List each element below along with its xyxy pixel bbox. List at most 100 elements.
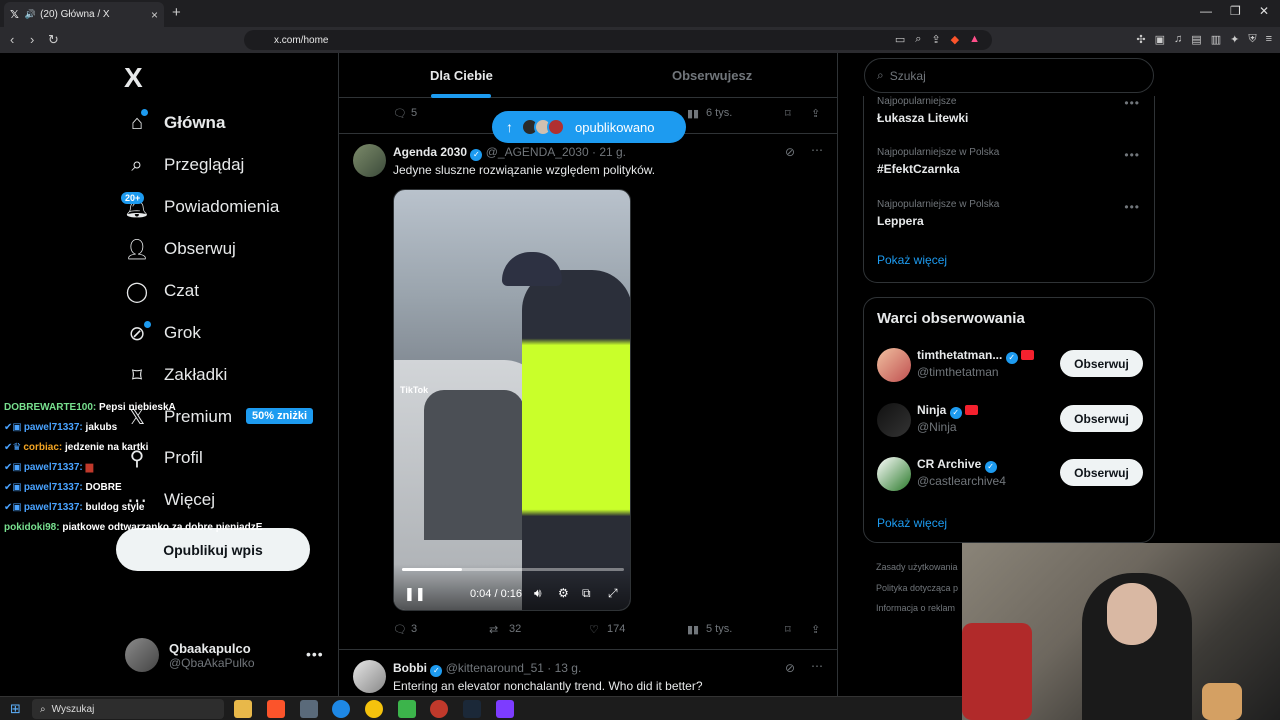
reply-icon[interactable]: 🗨︎ (393, 107, 407, 120)
post-handle[interactable]: @kittenaround_51 (446, 661, 544, 675)
more-icon[interactable]: ⋯ (811, 659, 823, 673)
brave-icon[interactable] (267, 700, 285, 718)
suggested-account[interactable]: Ninja ✓ @Ninja Obserwuj (877, 401, 1143, 441)
taskbar-search[interactable]: ⌕ Wyszukaj (32, 699, 224, 719)
bookmark-icon[interactable]: ⌑ (785, 623, 791, 636)
nav-bookmarks[interactable]: ⌑ Zakładki (124, 360, 227, 390)
fullscreen-icon[interactable]: ⤢ (608, 586, 618, 601)
brave-rewards-icon[interactable]: ▲ (969, 33, 980, 46)
speaker-icon[interactable]: 🔊 (25, 9, 36, 20)
who-to-follow-panel: Warci obserwowania timthetatman... ✓ @ti… (863, 297, 1155, 543)
suggested-account[interactable]: timthetatman... ✓ @timthetatman Obserwuj (877, 346, 1143, 386)
share-icon[interactable]: ⇪ (811, 107, 820, 120)
footer-link[interactable]: Zasady użytkowania (876, 562, 958, 572)
post-time[interactable]: · 13 g. (547, 661, 581, 675)
share-icon[interactable]: ⇪ (811, 623, 820, 636)
taskbar-app-icon[interactable] (300, 700, 318, 718)
close-window-icon[interactable]: ✕ (1259, 4, 1269, 18)
steam-icon[interactable] (463, 700, 481, 718)
avatar[interactable] (353, 660, 386, 693)
tab-search-icon[interactable]: ▣ (1155, 33, 1165, 46)
menu-icon[interactable]: ≡ (1266, 33, 1272, 46)
minimize-icon[interactable]: — (1200, 4, 1212, 18)
repost-icon[interactable]: ⇄ (489, 623, 498, 636)
account-more-icon[interactable]: ••• (306, 646, 324, 662)
grok-icon[interactable]: ⊘ (785, 661, 795, 675)
media-player-icon[interactable] (398, 700, 416, 718)
taskbar-app-icon[interactable] (496, 700, 514, 718)
nav-notifications[interactable]: 🔔︎ Powiadomienia (124, 192, 279, 222)
leo-icon[interactable]: ✦ (1230, 33, 1239, 46)
restore-icon[interactable]: ❐ (1230, 4, 1241, 18)
reply-icon[interactable]: 🗨︎ (393, 623, 407, 636)
share-icon[interactable]: ⇪ (931, 33, 940, 46)
tab-following[interactable]: Obserwujesz (672, 68, 752, 83)
trend-more-icon[interactable]: ••• (1124, 200, 1140, 214)
brave-shield-icon[interactable]: ◆ (951, 33, 959, 46)
nav-chat[interactable]: ◯ Czat (124, 276, 199, 306)
taskbar-search-label: Wyszukaj (51, 703, 95, 715)
nav-explore[interactable]: ⌕ Przeglądaj (124, 150, 244, 180)
obs-icon[interactable] (430, 700, 448, 718)
picture-in-picture-icon[interactable]: ⧉ (582, 586, 591, 601)
like-icon[interactable]: ♡ (589, 623, 599, 636)
trend-item[interactable]: Najpopularniejsze Łukasza Litewki (877, 96, 968, 125)
search-input[interactable]: ⌕ Szukaj (864, 58, 1154, 93)
avatar (877, 457, 911, 491)
x-logo[interactable]: X (124, 62, 143, 94)
edge-icon[interactable] (332, 700, 350, 718)
nav-follow[interactable]: 👤︎ Obserwuj (124, 234, 236, 264)
zoom-icon[interactable]: ⌕ (915, 33, 921, 46)
avatar[interactable] (353, 144, 386, 177)
footer-link[interactable]: Informacja o reklam (876, 603, 955, 613)
cast-icon[interactable]: ▭ (895, 33, 905, 46)
post-author[interactable]: Bobbi (393, 661, 427, 675)
forward-icon[interactable]: › (30, 32, 34, 47)
pause-icon[interactable]: ❚❚ (404, 586, 426, 602)
follow-button[interactable]: Obserwuj (1060, 405, 1143, 432)
file-explorer-icon[interactable] (234, 700, 252, 718)
footer-link[interactable]: Polityka dotycząca p (876, 583, 958, 593)
back-icon[interactable]: ‹ (10, 32, 14, 47)
sidebar-icon[interactable]: ▤ (1191, 33, 1201, 46)
who-show-more-link[interactable]: Pokaż więcej (877, 516, 947, 530)
trends-show-more-link[interactable]: Pokaż więcej (877, 253, 947, 267)
vpn-icon[interactable]: ⛨ (1248, 33, 1256, 46)
new-tab-icon[interactable]: + (172, 4, 181, 21)
video-progress-bar[interactable] (402, 568, 624, 571)
extensions-icon[interactable]: ✣ (1136, 33, 1145, 46)
windows-start-icon[interactable]: ⊞ (10, 701, 21, 717)
suggested-account[interactable]: CR Archive ✓ @castlearchive4 Obserwuj (877, 455, 1143, 495)
trend-more-icon[interactable]: ••• (1124, 148, 1140, 162)
grok-icon[interactable]: ⊘ (785, 145, 795, 159)
trend-more-icon[interactable]: ••• (1124, 96, 1140, 110)
views-icon[interactable]: ▮▮ (687, 623, 699, 636)
settings-icon[interactable]: ⚙ (558, 586, 569, 600)
post-time[interactable]: · 21 g. (592, 145, 626, 159)
follow-button[interactable]: Obserwuj (1060, 459, 1143, 486)
tab-for-you[interactable]: Dla Ciebie (430, 68, 493, 83)
bookmark-icon[interactable]: ⌑ (785, 107, 791, 120)
new-posts-pill[interactable]: ↑ opublikowano (492, 111, 686, 143)
chrome-icon[interactable] (365, 700, 383, 718)
nav-home-label: Główna (164, 113, 226, 132)
trend-item[interactable]: Najpopularniejsze w Polska #EfektCzarnka (877, 147, 999, 176)
account-switcher[interactable]: Qbaakapulco @QbaAkaPulko (125, 638, 255, 672)
wallet-icon[interactable]: ▥ (1211, 33, 1221, 46)
nav-grok[interactable]: ⊘ Grok (124, 318, 201, 348)
post-handle[interactable]: @_AGENDA_2030 (486, 145, 589, 159)
follow-button[interactable]: Obserwuj (1060, 350, 1143, 377)
post-author[interactable]: Agenda 2030 (393, 145, 467, 159)
media-icon[interactable]: ♫ (1174, 33, 1182, 46)
nav-home[interactable]: ⌂ Główna (124, 108, 225, 138)
more-icon[interactable]: ⋯ (811, 143, 823, 157)
reload-icon[interactable]: ↻ (48, 32, 59, 48)
close-tab-icon[interactable]: × (151, 8, 158, 22)
volume-icon[interactable]: 🔊︎ (534, 586, 542, 601)
views-icon[interactable]: ▮▮ (687, 107, 699, 120)
trend-item[interactable]: Najpopularniejsze w Polska Leppera (877, 199, 999, 228)
browser-tab[interactable]: 𝕏 🔊 (20) Główna / X × (4, 2, 164, 27)
url-field[interactable]: x.com/home ▭ ⌕ ⇪ ◆ ▲ (244, 30, 992, 50)
subscriber-badge-icon (964, 405, 978, 415)
post-video[interactable]: TikTok ❚❚ 0:04 / 0:16 🔊︎ ⚙ ⧉ ⤢ (393, 189, 631, 611)
